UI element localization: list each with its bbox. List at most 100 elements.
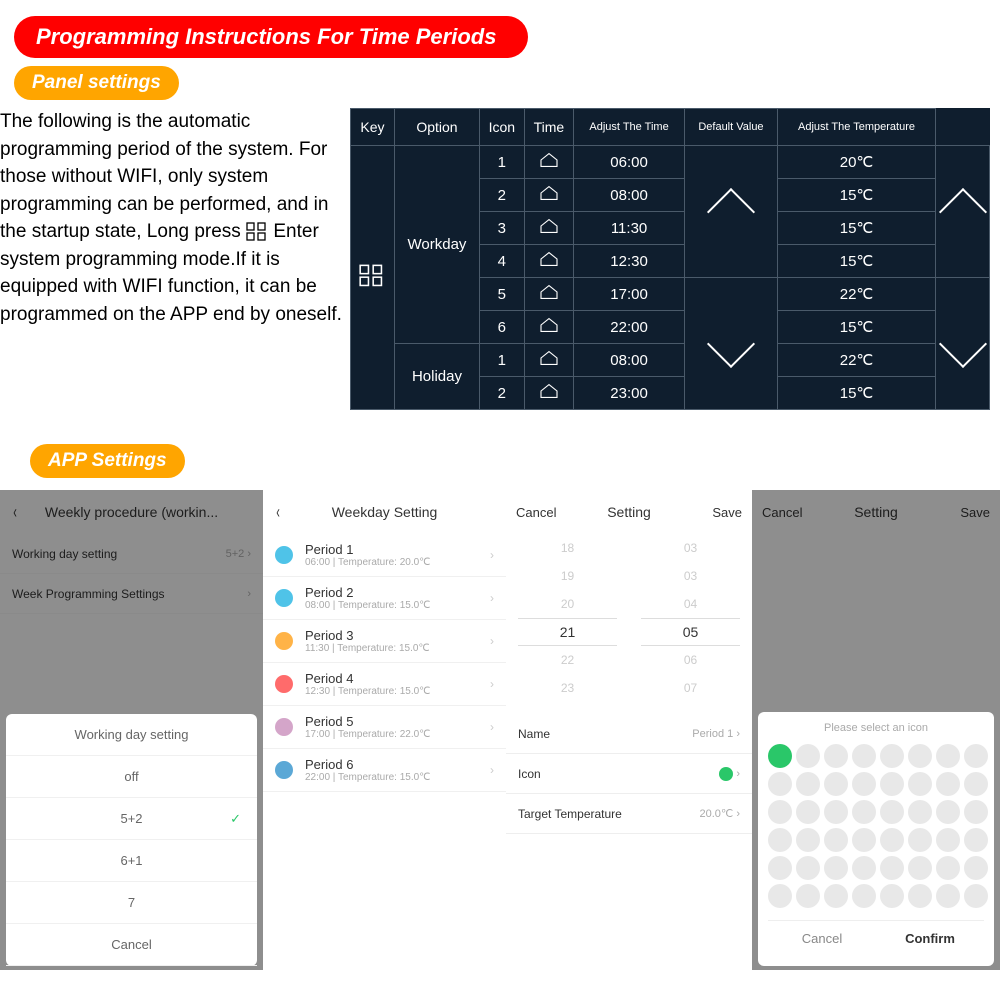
house-icon bbox=[524, 311, 574, 344]
icon-option[interactable] bbox=[936, 772, 960, 796]
icon-option[interactable] bbox=[796, 884, 820, 908]
app3-row-icon[interactable]: Icon › bbox=[506, 754, 752, 794]
icon-option[interactable] bbox=[824, 856, 848, 880]
picker-item[interactable]: 20 bbox=[561, 590, 574, 618]
icon-option[interactable] bbox=[852, 800, 876, 824]
chevron-right-icon: › bbox=[490, 591, 494, 605]
td-n: 6 bbox=[480, 311, 524, 344]
icon-option[interactable] bbox=[908, 744, 932, 768]
icon-option[interactable] bbox=[768, 856, 792, 880]
icon-option[interactable] bbox=[964, 772, 988, 796]
description-text: The following is the automatic programmi… bbox=[0, 108, 348, 328]
icon-option[interactable] bbox=[908, 856, 932, 880]
icon-option[interactable] bbox=[964, 828, 988, 852]
picker-item[interactable]: 18 bbox=[561, 534, 574, 562]
td-time: 12:30 bbox=[574, 245, 685, 278]
picker-item[interactable]: 03 bbox=[684, 534, 697, 562]
icon-option[interactable] bbox=[852, 772, 876, 796]
icon-option[interactable] bbox=[880, 856, 904, 880]
period-row[interactable]: Period 106:00 | Temperature: 20.0℃› bbox=[263, 534, 506, 577]
icon-option[interactable] bbox=[880, 800, 904, 824]
icon-option[interactable] bbox=[880, 884, 904, 908]
icon-option[interactable] bbox=[908, 800, 932, 824]
option-7[interactable]: 7 bbox=[6, 882, 257, 924]
picker-item[interactable]: 03 bbox=[684, 562, 697, 590]
icon-option[interactable] bbox=[824, 744, 848, 768]
td-workday: Workday bbox=[394, 146, 479, 344]
icon-option[interactable] bbox=[964, 800, 988, 824]
icon-option[interactable] bbox=[936, 856, 960, 880]
icon-option[interactable] bbox=[880, 828, 904, 852]
icon-option[interactable] bbox=[796, 800, 820, 824]
icon-option[interactable] bbox=[796, 772, 820, 796]
period-row[interactable]: Period 517:00 | Temperature: 22.0℃› bbox=[263, 706, 506, 749]
icon-option[interactable] bbox=[824, 772, 848, 796]
house-icon bbox=[524, 278, 574, 311]
icon-option[interactable] bbox=[936, 744, 960, 768]
picker-col-hour[interactable]: 181920212223 bbox=[506, 534, 629, 714]
cancel-button[interactable]: Cancel bbox=[768, 921, 876, 956]
td-n: 1 bbox=[480, 146, 524, 179]
period-row[interactable]: Period 622:00 | Temperature: 15.0℃› bbox=[263, 749, 506, 792]
icon-option[interactable] bbox=[768, 828, 792, 852]
picker-item[interactable]: 04 bbox=[684, 590, 697, 618]
icon-option[interactable] bbox=[768, 744, 792, 768]
period-row[interactable]: Period 412:30 | Temperature: 15.0℃› bbox=[263, 663, 506, 706]
picker-item[interactable]: 21 bbox=[518, 618, 616, 646]
icon-option[interactable] bbox=[824, 800, 848, 824]
icon-option[interactable] bbox=[964, 856, 988, 880]
back-icon[interactable]: ‹ bbox=[276, 502, 280, 523]
confirm-button[interactable]: Confirm bbox=[876, 921, 984, 956]
app3-row-name[interactable]: NamePeriod 1 › bbox=[506, 714, 752, 754]
picker-item[interactable]: 07 bbox=[684, 674, 697, 702]
icon-option[interactable] bbox=[936, 800, 960, 824]
picker-item[interactable]: 23 bbox=[561, 674, 574, 702]
house-icon bbox=[524, 212, 574, 245]
cancel-button[interactable]: Cancel bbox=[6, 924, 257, 966]
icon-option[interactable] bbox=[852, 884, 876, 908]
picker-item[interactable]: 05 bbox=[641, 618, 739, 646]
icon-option[interactable] bbox=[768, 772, 792, 796]
icon-option[interactable] bbox=[852, 828, 876, 852]
period-row[interactable]: Period 311:30 | Temperature: 15.0℃› bbox=[263, 620, 506, 663]
period-icon bbox=[275, 589, 293, 607]
icon-option[interactable] bbox=[936, 828, 960, 852]
save-button[interactable]: Save bbox=[712, 505, 742, 520]
time-picker[interactable]: 181920212223 030304050607 bbox=[506, 534, 752, 714]
icon-option[interactable] bbox=[964, 744, 988, 768]
icon-option[interactable] bbox=[852, 744, 876, 768]
icon-option[interactable] bbox=[908, 884, 932, 908]
td-n: 1 bbox=[480, 344, 524, 377]
icon-option[interactable] bbox=[964, 884, 988, 908]
app-screen-2: ‹ Weekday Setting Period 106:00 | Temper… bbox=[263, 490, 506, 970]
icon-option[interactable] bbox=[796, 828, 820, 852]
icon-option[interactable] bbox=[768, 800, 792, 824]
icon-option[interactable] bbox=[880, 772, 904, 796]
cancel-button[interactable]: Cancel bbox=[516, 505, 556, 520]
icon-option[interactable] bbox=[824, 884, 848, 908]
table-header-row: Key Option Icon Time Adjust The Time Def… bbox=[351, 109, 990, 146]
period-name: Period 2 bbox=[305, 585, 490, 600]
picker-col-min[interactable]: 030304050607 bbox=[629, 534, 752, 714]
period-row[interactable]: Period 208:00 | Temperature: 15.0℃› bbox=[263, 577, 506, 620]
option-5-2[interactable]: 5+2✓ bbox=[6, 798, 257, 840]
icon-option[interactable] bbox=[824, 828, 848, 852]
icon-option[interactable] bbox=[908, 772, 932, 796]
icon-option[interactable] bbox=[796, 856, 820, 880]
th-icon: Icon bbox=[480, 109, 524, 146]
option-6-1[interactable]: 6+1 bbox=[6, 840, 257, 882]
picker-item[interactable]: 22 bbox=[561, 646, 574, 674]
app3-row-temp[interactable]: Target Temperature20.0℃ › bbox=[506, 794, 752, 834]
icon-option[interactable] bbox=[908, 828, 932, 852]
icon-option[interactable] bbox=[936, 884, 960, 908]
house-icon bbox=[524, 245, 574, 278]
icon-option[interactable] bbox=[880, 744, 904, 768]
icon-option[interactable] bbox=[768, 884, 792, 908]
picker-item[interactable]: 06 bbox=[684, 646, 697, 674]
icon-option[interactable] bbox=[852, 856, 876, 880]
option-off[interactable]: off bbox=[6, 756, 257, 798]
icon-sheet-title: Please select an icon bbox=[768, 722, 984, 734]
picker-item[interactable]: 19 bbox=[561, 562, 574, 590]
icon-option[interactable] bbox=[796, 744, 820, 768]
page-title: Programming Instructions For Time Period… bbox=[14, 16, 528, 58]
